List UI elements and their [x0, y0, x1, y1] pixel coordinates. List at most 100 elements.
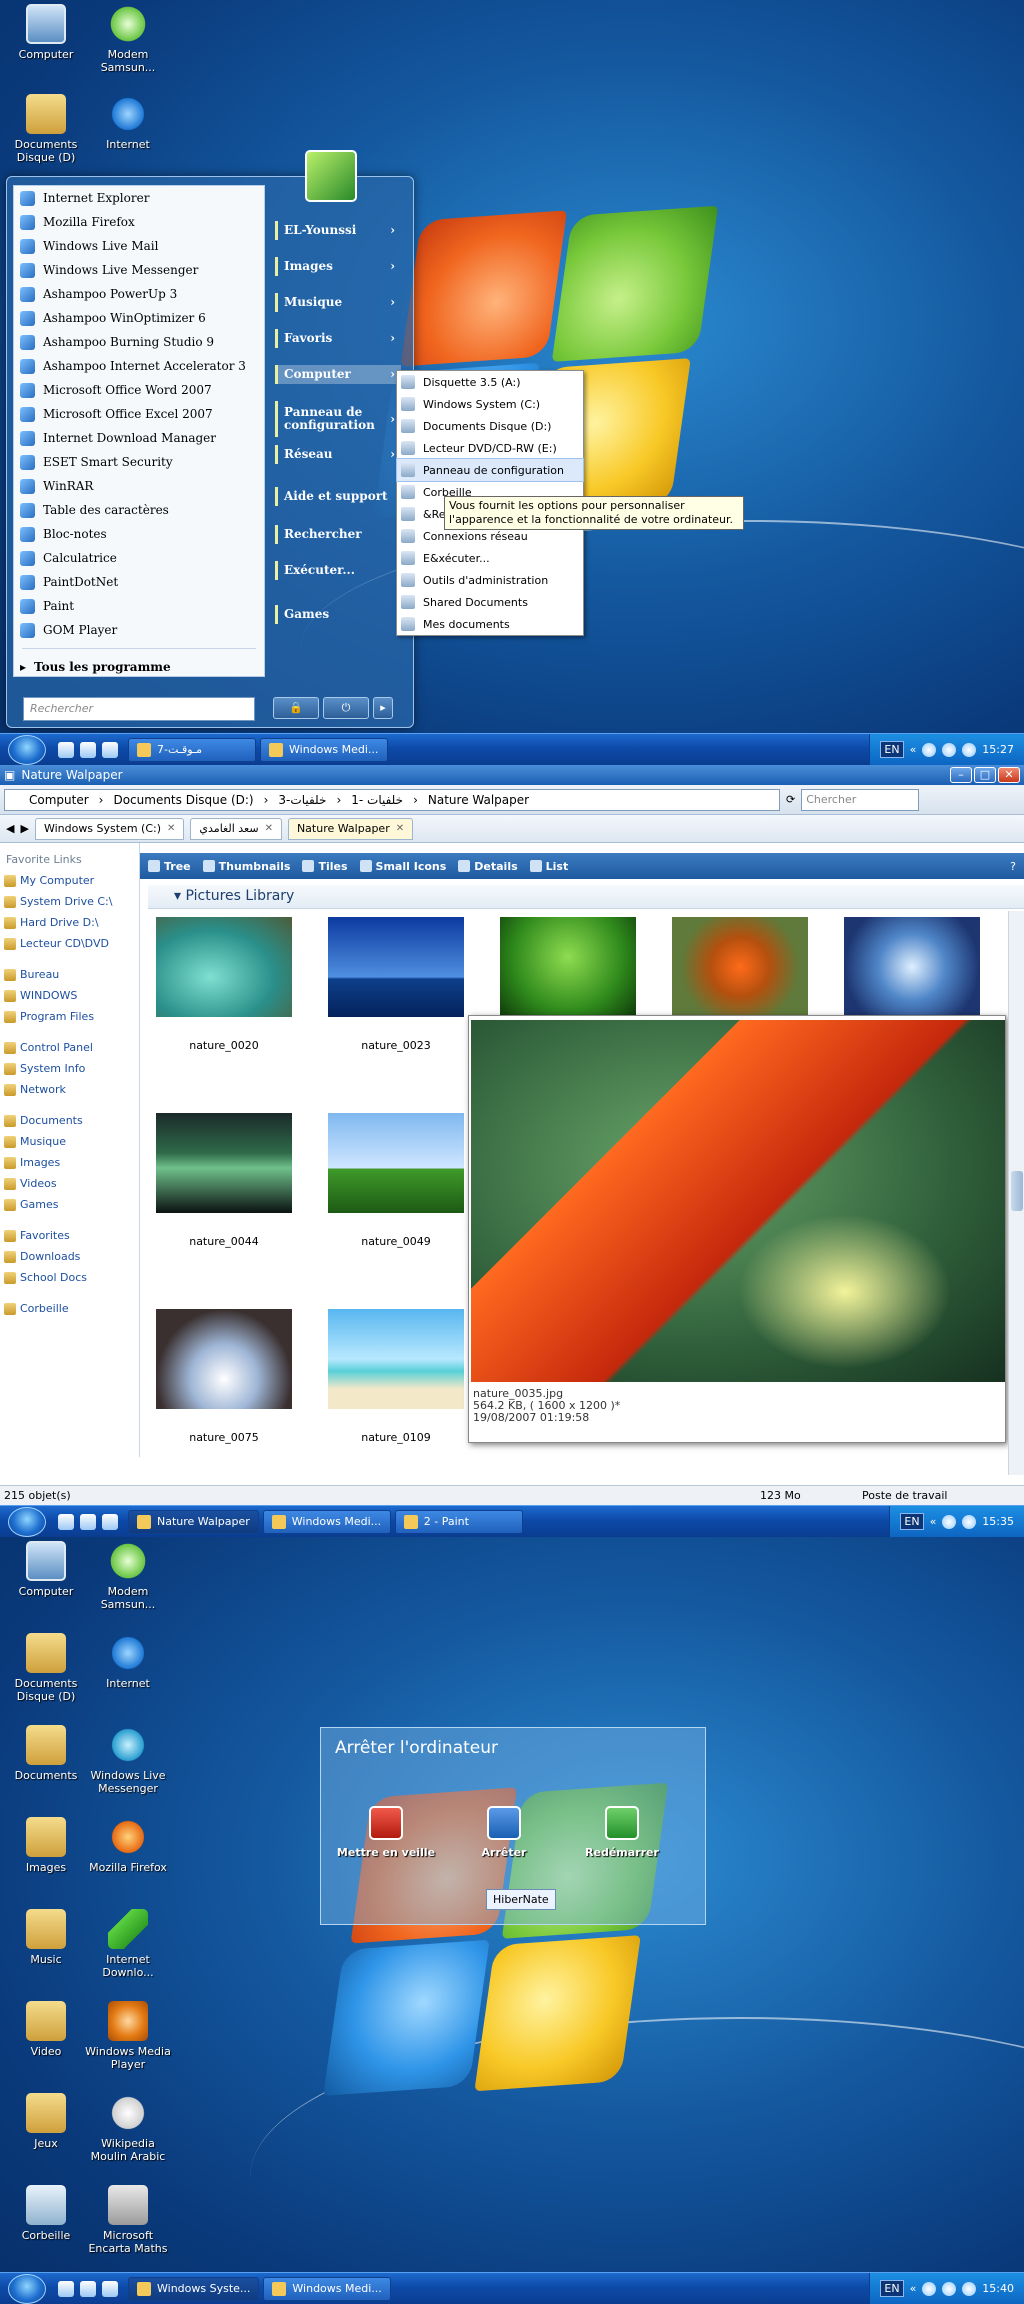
internet-explorer-icon[interactable] — [80, 2280, 96, 2297]
internet-explorer-icon[interactable] — [80, 1513, 96, 1530]
toolbar-small-icons[interactable]: Small Icons — [359, 860, 446, 873]
submenu-item-shared-documents[interactable]: Shared Documents — [397, 591, 583, 613]
tray-expand-icon[interactable]: « — [930, 1515, 937, 1528]
scrollbar-thumb[interactable] — [1011, 1171, 1023, 1211]
desktop-icon-documents-disque[interactable]: Documents Disque (D) — [0, 1633, 92, 1703]
program-item[interactable]: Microsoft Office Excel 2007 — [14, 402, 264, 426]
fav-link[interactable]: Corbeille — [0, 1298, 139, 1319]
close-button[interactable]: ✕ — [998, 767, 1020, 783]
toolbar-tree[interactable]: Tree — [148, 860, 191, 873]
program-item[interactable]: Internet Explorer — [14, 186, 264, 210]
network-tray-icon[interactable] — [922, 742, 937, 757]
program-item[interactable]: Mozilla Firefox — [14, 210, 264, 234]
fav-link[interactable]: Lecteur CD\DVD — [0, 933, 139, 954]
tray-expand-icon[interactable]: « — [910, 2282, 917, 2295]
arrow-right-icon[interactable]: ▸ — [373, 697, 393, 719]
start-item-favorites[interactable]: Favoris › — [275, 329, 401, 348]
show-desktop-icon[interactable] — [58, 741, 74, 758]
fav-link[interactable]: Games — [0, 1194, 139, 1215]
desktop-icon-documents-disque[interactable]: Documents Disque (D) — [0, 94, 92, 164]
fav-link[interactable]: My Computer — [0, 870, 139, 891]
minimize-button[interactable]: – — [950, 767, 972, 783]
submenu-item-control-panel[interactable]: Panneau de configuration — [396, 458, 584, 482]
search-input[interactable]: Chercher — [801, 788, 920, 811]
program-item[interactable]: WinRAR — [14, 474, 264, 498]
program-item[interactable]: Internet Download Manager — [14, 426, 264, 450]
desktop-icon-firefox[interactable]: Mozilla Firefox — [82, 1817, 174, 1874]
show-desktop-icon[interactable] — [58, 2280, 74, 2297]
clock[interactable]: 15:35 — [982, 1515, 1014, 1528]
program-item[interactable]: Windows Live Mail — [14, 234, 264, 258]
thumbnail-item[interactable]: nature_0020 — [156, 917, 292, 1052]
desktop-icon-games[interactable]: Jeux — [0, 2093, 92, 2150]
program-item[interactable]: GOM Player — [14, 618, 264, 642]
program-item[interactable]: Ashampoo WinOptimizer 6 — [14, 306, 264, 330]
desktop-icon-music[interactable]: Music — [0, 1909, 92, 1966]
tab[interactable]: Windows System (C:) ✕ — [34, 817, 185, 840]
submenu-item-drive-c[interactable]: Windows System (C:) — [397, 393, 583, 415]
fav-link[interactable]: WINDOWS — [0, 985, 139, 1006]
start-search-input[interactable]: Rechercher — [23, 697, 255, 721]
fav-link[interactable]: Program Files — [0, 1006, 139, 1027]
taskbar-button[interactable]: 2 - Paint — [394, 1509, 523, 1534]
desktop-icon-documents[interactable]: Documents — [0, 1725, 92, 1782]
toolbar-tiles[interactable]: Tiles — [302, 860, 348, 873]
start-orb-button[interactable] — [8, 2273, 46, 2304]
submenu-item-dvd[interactable]: Lecteur DVD/CD-RW (E:) — [397, 437, 583, 459]
desktop-icon-computer[interactable]: Computer — [0, 4, 92, 61]
desktop-icon-modem[interactable]: Modem Samsun... — [82, 1541, 174, 1611]
submenu-item-my-documents[interactable]: Mes documents — [397, 613, 583, 635]
desktop-icon-wikipedia[interactable]: Wikipedia Moulin Arabic — [82, 2093, 174, 2163]
collapse-icon[interactable]: ▾ — [174, 888, 185, 904]
taskbar-button[interactable]: Windows Medi... — [260, 737, 388, 762]
desktop-icon-internet[interactable]: Internet — [82, 94, 174, 151]
program-item[interactable]: ESET Smart Security — [14, 450, 264, 474]
start-orb-button[interactable] — [8, 734, 46, 765]
desktop-icon-idm[interactable]: Internet Downlo... — [82, 1909, 174, 1979]
breadcrumb[interactable]: Computer — [29, 793, 89, 807]
desktop-icon-video[interactable]: Video — [0, 2001, 92, 2058]
close-icon[interactable]: ✕ — [396, 823, 404, 834]
start-item-music[interactable]: Musique › — [275, 293, 401, 312]
desktop-icon-media-player[interactable]: Windows Media Player — [82, 2001, 174, 2071]
breadcrumb[interactable]: 1- خلفيات — [351, 793, 403, 807]
folder-icon[interactable] — [102, 741, 118, 758]
fav-link[interactable]: Bureau — [0, 964, 139, 985]
language-indicator[interactable]: EN — [900, 1513, 924, 1530]
fav-link[interactable]: Documents — [0, 1110, 139, 1131]
internet-explorer-icon[interactable] — [80, 741, 96, 758]
program-item[interactable]: Bloc-notes — [14, 522, 264, 546]
volume-tray-icon[interactable] — [942, 742, 957, 757]
language-indicator[interactable]: EN — [880, 741, 904, 758]
close-icon[interactable]: ✕ — [265, 823, 273, 834]
fav-link[interactable]: Videos — [0, 1173, 139, 1194]
tab[interactable]: سعد الغامدي ✕ — [190, 817, 282, 840]
network-tray-icon[interactable] — [922, 2281, 937, 2296]
fav-link[interactable]: School Docs — [0, 1267, 139, 1288]
forward-icon[interactable]: ▶ — [20, 822, 28, 835]
submenu-item-run[interactable]: E&xécuter... — [397, 547, 583, 569]
start-item-run[interactable]: Exécuter... — [275, 561, 401, 580]
toolbar-details[interactable]: Details — [458, 860, 518, 873]
folder-icon[interactable] — [102, 2280, 118, 2297]
all-programs-button[interactable]: ▸ Tous les programme — [14, 655, 264, 679]
breadcrumb[interactable]: Documents Disque (D:) — [113, 793, 253, 807]
antivirus-tray-icon[interactable] — [962, 742, 977, 757]
program-item[interactable]: Ashampoo PowerUp 3 — [14, 282, 264, 306]
desktop-icon-modem[interactable]: Modem Samsun... — [82, 4, 174, 74]
taskbar-button[interactable]: Nature Walpaper — [128, 1509, 259, 1534]
clock[interactable]: 15:40 — [982, 2282, 1014, 2295]
taskbar-button[interactable]: Windows Medi... — [262, 1509, 391, 1534]
start-item-user[interactable]: EL-Younssi › — [275, 221, 401, 240]
program-item[interactable]: PaintDotNet — [14, 570, 264, 594]
thumbnail-item[interactable]: nature_0075 — [156, 1309, 292, 1444]
vertical-scrollbar[interactable] — [1008, 911, 1024, 1475]
address-bar[interactable]: Computer › Documents Disque (D:) › 3-خلفيا… — [4, 788, 780, 811]
program-item[interactable]: Windows Live Messenger — [14, 258, 264, 282]
desktop-icon-internet[interactable]: Internet — [82, 1633, 174, 1690]
fav-link[interactable]: Hard Drive D:\ — [0, 912, 139, 933]
fav-link[interactable]: System Drive C:\ — [0, 891, 139, 912]
program-item[interactable]: Ashampoo Internet Accelerator 3 — [14, 354, 264, 378]
antivirus-tray-icon[interactable] — [962, 2281, 977, 2296]
back-icon[interactable]: ◀ — [6, 822, 14, 835]
